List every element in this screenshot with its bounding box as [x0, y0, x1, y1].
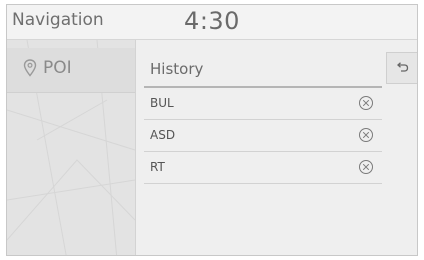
sidebar-item-label: POI [43, 58, 72, 78]
map-pin-icon [23, 59, 37, 77]
history-header: History [144, 52, 382, 88]
back-button[interactable] [386, 52, 417, 84]
sidebar: POI [7, 40, 136, 255]
history-item-label: ASD [150, 128, 176, 142]
sidebar-item-poi[interactable]: POI [7, 48, 135, 93]
circle-x-icon[interactable] [358, 127, 374, 143]
circle-x-icon[interactable] [358, 159, 374, 175]
header-bar: Navigation 4:30 [7, 5, 417, 40]
list-item[interactable]: ASD [144, 120, 382, 152]
section-title: History [150, 60, 204, 78]
navigation-screen: Navigation 4:30 POI History BUL ASD RT [6, 4, 418, 256]
circle-x-icon[interactable] [358, 95, 374, 111]
list-item[interactable]: BUL [144, 88, 382, 120]
history-list: BUL ASD RT [144, 88, 382, 184]
history-item-label: RT [150, 160, 165, 174]
back-arrow-icon [397, 62, 409, 72]
history-item-label: BUL [150, 96, 174, 110]
list-item[interactable]: RT [144, 152, 382, 184]
clock: 4:30 [184, 7, 240, 35]
history-panel: History BUL ASD RT [136, 40, 417, 255]
